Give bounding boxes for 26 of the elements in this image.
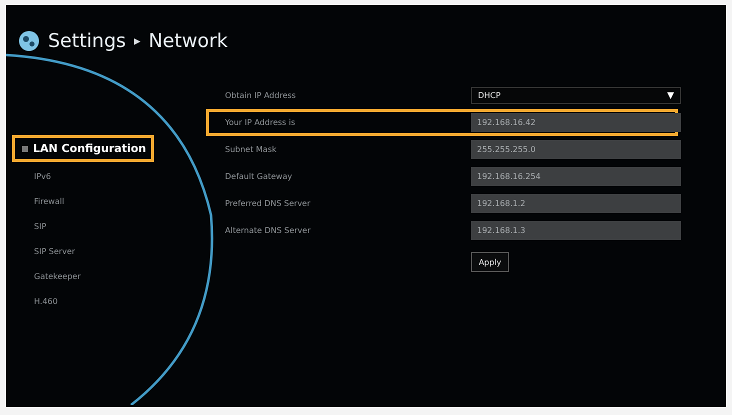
sidebar-item[interactable]: SIP Server [12, 239, 154, 264]
field-label: Default Gateway [225, 172, 294, 181]
field-label: Obtain IP Address [225, 91, 297, 100]
caret-icon: ▼ [667, 90, 674, 100]
sidebar-item[interactable]: H.460 [12, 289, 154, 314]
globe-icon [18, 30, 40, 52]
input-field[interactable]: 192.168.1.3 [471, 221, 681, 240]
sidebar-item[interactable]: IPv6 [12, 164, 154, 189]
input-field[interactable]: 192.168.16.42 [471, 113, 681, 132]
field-label: Your IP Address is [225, 118, 296, 127]
sidebar-item[interactable]: Firewall [12, 189, 154, 214]
page-title: Settings [48, 30, 126, 52]
field-label: Alternate DNS Server [225, 226, 312, 235]
dropdown[interactable]: DHCP ▼ [471, 87, 681, 104]
sidebar-item[interactable]: LAN Configuration [12, 135, 154, 162]
input-field[interactable]: 192.168.16.254 [471, 167, 681, 186]
sidebar-item[interactable]: SIP [12, 214, 154, 239]
input-field[interactable]: 255.255.255.0 [471, 140, 681, 159]
page-subtitle: Network [148, 30, 228, 52]
input-field[interactable]: 192.168.1.2 [471, 194, 681, 213]
field-label: Preferred DNS Server [225, 199, 312, 208]
apply-button[interactable]: Apply [471, 252, 509, 272]
field-label: Subnet Mask [225, 145, 278, 154]
breadcrumb-separator: ▸ [134, 34, 140, 48]
sidebar-item[interactable]: Gatekeeper [12, 264, 154, 289]
bullet-icon [22, 146, 28, 152]
